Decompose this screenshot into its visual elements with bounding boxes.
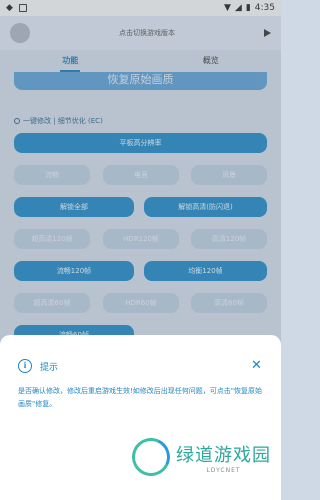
- dialog-header: i 提示: [18, 359, 58, 373]
- close-icon[interactable]: ✕: [251, 359, 262, 372]
- watermark-logo-icon: [126, 432, 176, 482]
- watermark-text: 绿道游戏园: [176, 444, 271, 466]
- watermark-subtext: LDYCNET: [206, 466, 241, 474]
- dialog-title: 提示: [40, 362, 59, 373]
- dialog-message: 是否确认修改，修改后重启游戏生效!如修改后出现任何问题，可点击"恢复原始画质"修…: [18, 387, 263, 408]
- info-icon: i: [18, 359, 32, 373]
- watermark: 绿道游戏园 LDYCNET: [126, 432, 271, 482]
